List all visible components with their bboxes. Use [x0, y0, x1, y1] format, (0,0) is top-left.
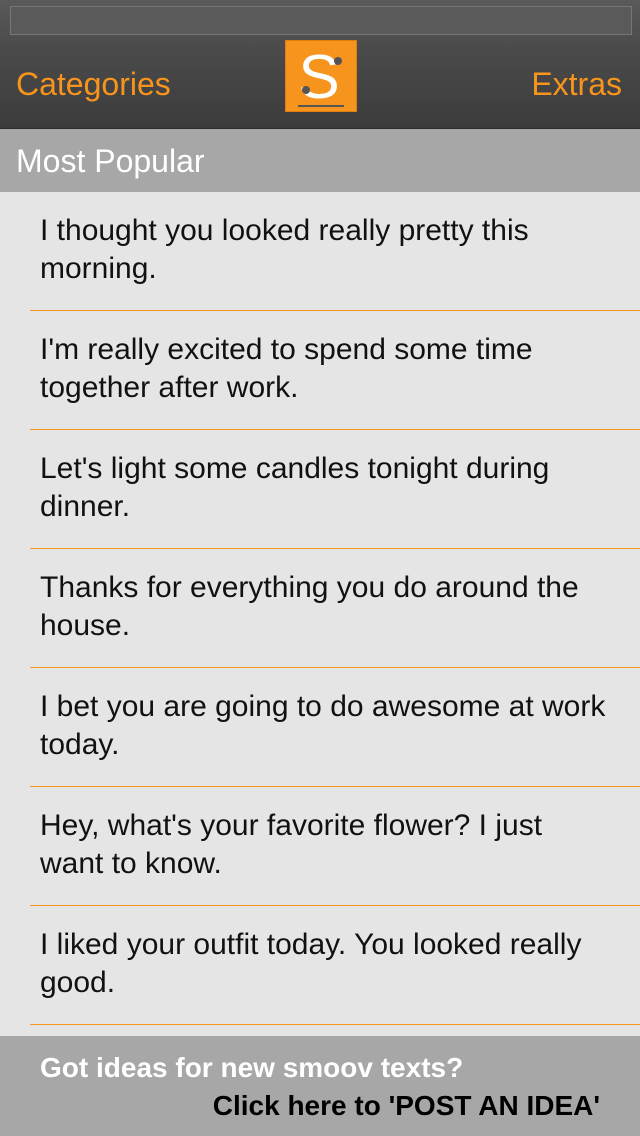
status-bar: [10, 6, 632, 35]
banner-prompt-text: Got ideas for new smoov texts?: [40, 1052, 464, 1083]
list-item-text: Thanks for everything you do around the …: [40, 571, 579, 642]
smoov-logo-icon: S: [285, 40, 357, 112]
list-item-text: I bet you are going to do awesome at wor…: [40, 690, 606, 761]
extras-button[interactable]: Extras: [531, 62, 622, 106]
list-item-text: I thought you looked really pretty this …: [40, 214, 529, 285]
top-navigation-bar: Categories S Extras: [0, 0, 640, 129]
list-item-text: Let's light some candles tonight during …: [40, 452, 550, 523]
list-item[interactable]: I thought you looked really pretty this …: [30, 192, 640, 311]
logo-graphic: S: [298, 43, 344, 111]
section-title: Most Popular: [16, 143, 205, 179]
logo-letter: S: [298, 43, 339, 111]
post-idea-link[interactable]: Click here to 'POST AN IDEA': [213, 1088, 600, 1124]
section-header: Most Popular: [0, 129, 640, 192]
list-item[interactable]: Let's light some candles tonight during …: [30, 430, 640, 549]
categories-button[interactable]: Categories: [16, 62, 171, 106]
list-item[interactable]: I bet you are going to do awesome at wor…: [30, 668, 640, 787]
post-idea-banner[interactable]: Got ideas for new smoov texts? Click her…: [0, 1036, 640, 1136]
list-item[interactable]: Hey, what's your favorite flower? I just…: [30, 787, 640, 906]
app-screen: Categories S Extras Most Popular I thoug…: [0, 0, 640, 1136]
list-item-text: I'm really excited to spend some time to…: [40, 333, 533, 404]
list-item[interactable]: I'm really excited to spend some time to…: [30, 311, 640, 430]
list-item-text: Hey, what's your favorite flower? I just…: [40, 809, 543, 880]
list-item[interactable]: Thanks for everything you do around the …: [30, 549, 640, 668]
list-item[interactable]: I liked your outfit today. You looked re…: [30, 906, 640, 1025]
list-item-text: I liked your outfit today. You looked re…: [40, 928, 582, 999]
text-list[interactable]: I thought you looked really pretty this …: [0, 192, 640, 1036]
